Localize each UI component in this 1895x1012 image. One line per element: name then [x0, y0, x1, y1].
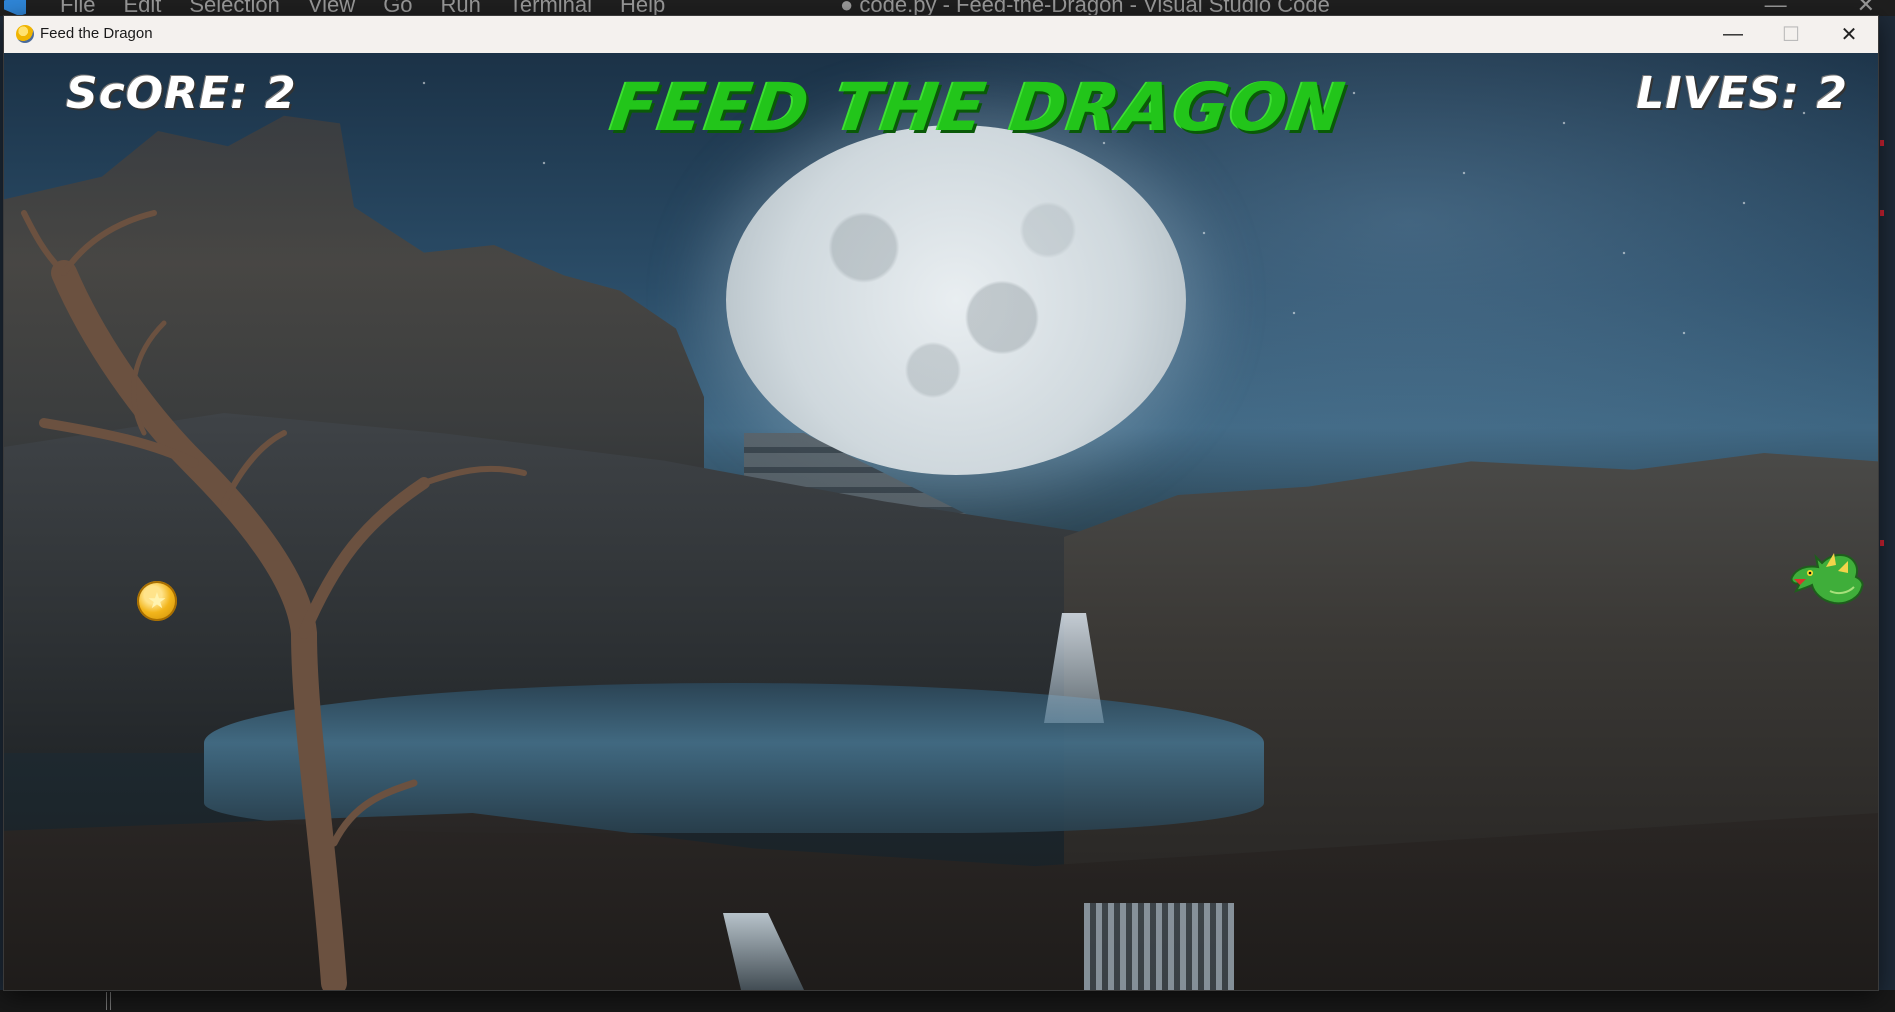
window-titlebar[interactable]: Feed the Dragon — ☐ ✕: [4, 16, 1878, 53]
pygame-app-icon: [16, 25, 34, 43]
menu-item-file[interactable]: File: [60, 0, 95, 16]
dragon-icon: [1790, 553, 1864, 605]
vscode-menu: File Edit Selection View Go Run Terminal…: [60, 0, 665, 16]
lives-display: LIVES: 2: [1636, 68, 1848, 119]
score-display: ScORE: 2: [66, 68, 297, 119]
game-title: FEED THE DRAGON: [606, 69, 1351, 146]
menu-item-selection[interactable]: Selection: [189, 0, 280, 16]
text-cursor: [106, 992, 111, 1010]
minimize-button[interactable]: —: [1704, 16, 1762, 53]
menu-item-terminal[interactable]: Terminal: [509, 0, 592, 16]
maximize-button[interactable]: ☐: [1762, 16, 1820, 53]
vscode-background-bottom: [0, 990, 1895, 1012]
vscode-logo-icon: [4, 0, 26, 16]
vscode-window-title: ● code.py - Feed-the-Dragon - Visual Stu…: [840, 0, 1330, 16]
dead-tree: [21, 210, 527, 990]
vscode-background-menubar: File Edit Selection View Go Run Terminal…: [0, 0, 1895, 16]
game-window: Feed the Dragon — ☐ ✕ ScORE: 2 FEED THE …: [4, 16, 1878, 990]
window-title: Feed the Dragon: [40, 25, 153, 42]
menu-item-help[interactable]: Help: [620, 0, 665, 16]
vscode-scrollbar-markers: [1880, 140, 1886, 560]
vscode-close-icon[interactable]: ✕: [1857, 0, 1875, 16]
close-button[interactable]: ✕: [1820, 16, 1878, 53]
menu-item-go[interactable]: Go: [383, 0, 412, 16]
vscode-window-controls: — ✕: [1765, 0, 1875, 16]
coin-icon: ★: [137, 581, 177, 621]
vscode-minimize-icon[interactable]: —: [1765, 0, 1787, 16]
lower-waterfall-right: [1084, 903, 1234, 990]
menu-item-edit[interactable]: Edit: [123, 0, 161, 16]
menu-item-view[interactable]: View: [308, 0, 355, 16]
game-canvas[interactable]: ScORE: 2 FEED THE DRAGON LIVES: 2 ★: [4, 53, 1878, 990]
menu-item-run[interactable]: Run: [441, 0, 481, 16]
full-moon: [726, 125, 1186, 475]
